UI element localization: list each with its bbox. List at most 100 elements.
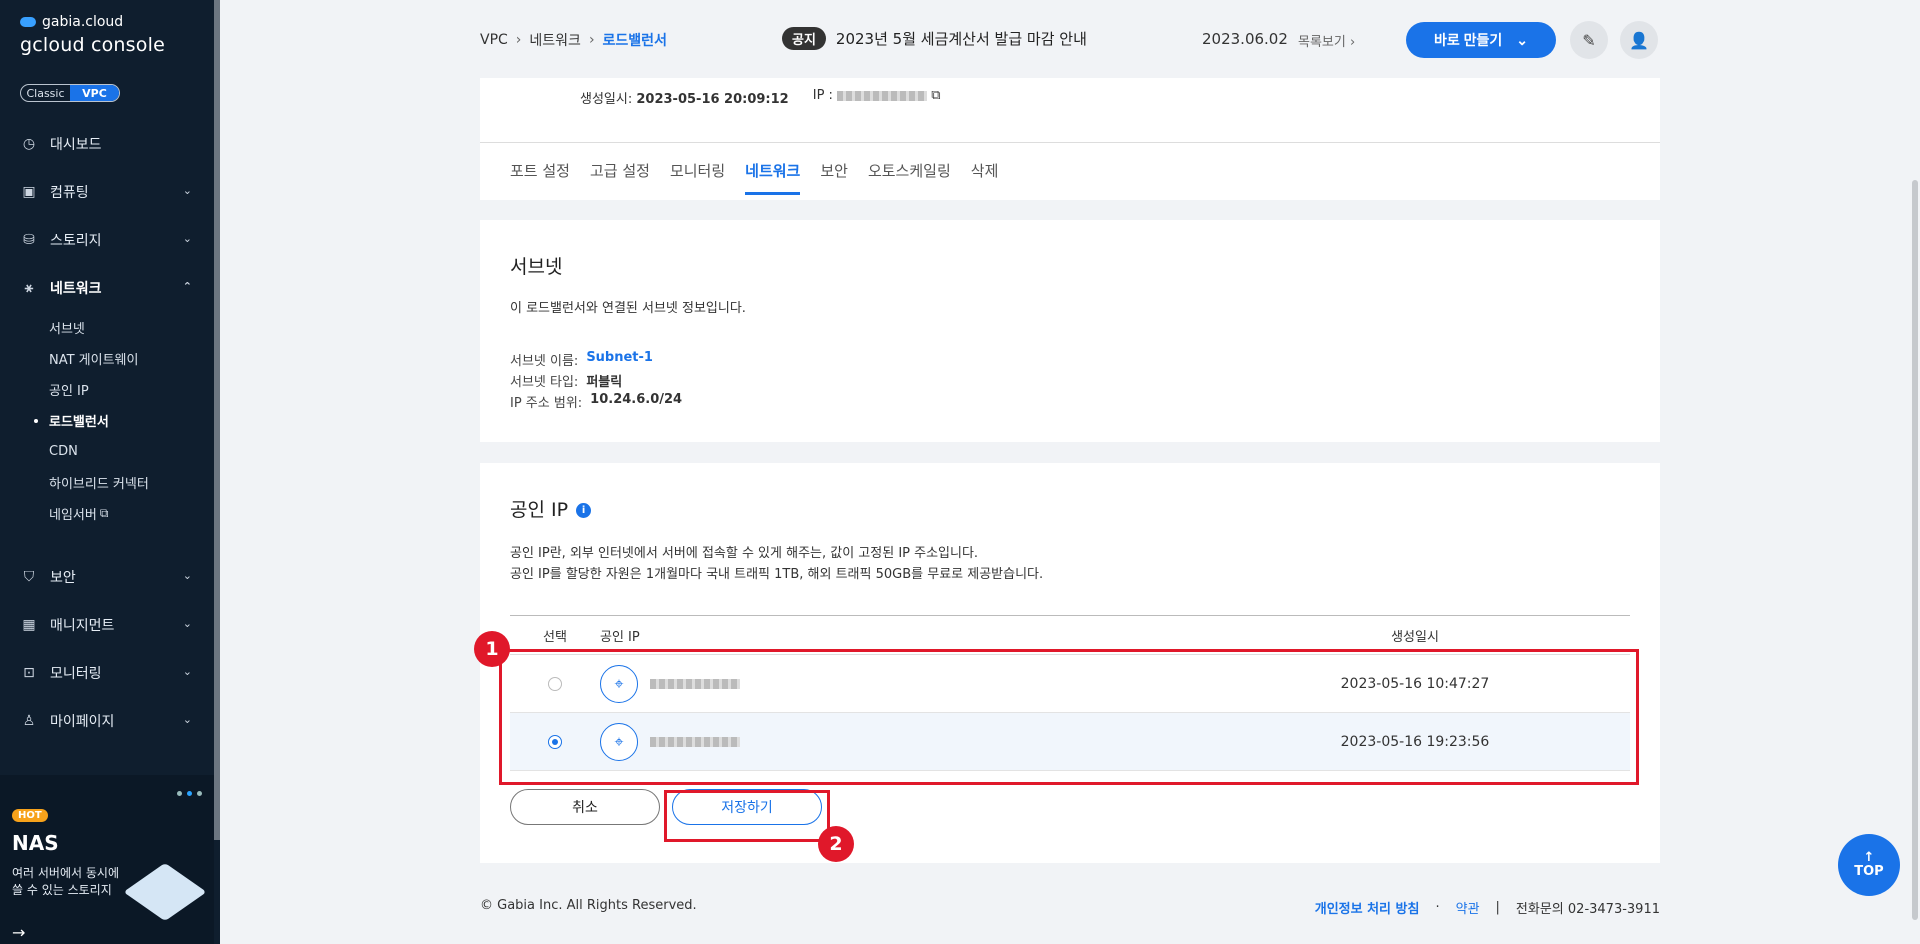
masked-ip <box>837 90 928 101</box>
chat-button[interactable]: ✎ <box>1570 21 1608 59</box>
carousel-dots[interactable] <box>177 791 202 796</box>
sidebar-item-storage[interactable]: ⛁ 스토리지 ⌄ <box>0 216 214 264</box>
sidebar-item-network[interactable]: ⚹ 네트워크 ⌃ <box>0 264 214 312</box>
notice-list-link[interactable]: 목록보기 › <box>1298 31 1355 50</box>
tab-advanced-settings[interactable]: 고급 설정 <box>590 160 650 195</box>
chevron-down-icon: ⌄ <box>182 184 192 197</box>
terms-link[interactable]: 약관 <box>1456 898 1480 917</box>
subnet-desc: 이 로드밸런서와 연결된 서브넷 정보입니다. <box>510 301 746 316</box>
table-header: 선택 공인 IP 생성일시 <box>510 615 1630 655</box>
chevron-down-icon: ⌄ <box>1516 31 1529 48</box>
chevron-down-icon: ⌄ <box>182 713 192 726</box>
public-ip-title: 공인 IP <box>510 499 569 521</box>
cpu-icon: ▣ <box>22 184 36 200</box>
sidebar-item-monitoring[interactable]: ⊡ 모니터링 ⌄ <box>0 649 214 697</box>
detail-card: 생성일시: 2023-05-16 20:09:12 IP : ⧉ 포트 설정 고… <box>480 78 1660 200</box>
sidebar-item-mypage[interactable]: ♙ 마이페이지 ⌄ <box>0 697 214 745</box>
detail-meta: 생성일시: 2023-05-16 20:09:12 IP : ⧉ <box>580 88 941 107</box>
tab-delete[interactable]: 삭제 <box>971 160 999 195</box>
carousel-dot[interactable] <box>187 791 192 796</box>
notice-text[interactable]: 2023년 5월 세금계산서 발급 마감 안내 <box>836 28 1087 49</box>
footer: © Gabia Inc. All Rights Reserved. 개인정보 처… <box>480 898 1660 917</box>
sidebar-item-dashboard[interactable]: ◷ 대시보드 <box>0 120 214 168</box>
cancel-button[interactable]: 취소 <box>510 789 660 825</box>
sidebar: gabia.cloud gcloud console Classic VPC ◷… <box>0 0 220 944</box>
table-row[interactable]: ⌖ 2023-05-16 10:47:27 <box>510 655 1630 713</box>
location-pin-icon: ⌖ <box>600 722 638 761</box>
chevron-down-icon: ⌄ <box>182 232 192 245</box>
public-ip-desc-1: 공인 IP란, 외부 인터넷에서 서버에 접속할 수 있게 해주는, 값이 고정… <box>510 546 979 561</box>
sidebar-item-security[interactable]: ⛉ 보안 ⌄ <box>0 553 214 601</box>
arrow-up-icon: ↑ <box>1863 850 1875 865</box>
breadcrumb-load-balancer[interactable]: 로드밸런서 <box>603 30 667 50</box>
ip-radio-1[interactable] <box>548 676 562 691</box>
cloud-icon <box>20 17 36 27</box>
sidebar-item-load-balancer[interactable]: 로드밸런서 <box>34 405 214 436</box>
breadcrumb-network[interactable]: 네트워크 <box>529 30 581 50</box>
sidebar-item-public-ip[interactable]: 공인 IP <box>49 374 214 405</box>
save-button[interactable]: 저장하기 <box>672 789 822 825</box>
subnet-card: 서브넷 이 로드밸런서와 연결된 서브넷 정보입니다. 서브넷 이름: Subne… <box>480 220 1660 442</box>
sidebar-menu: ◷ 대시보드 ▣ 컴퓨팅 ⌄ ⛁ 스토리지 ⌄ ⚹ 네트워크 ⌃ 서브넷 NAT… <box>0 120 214 745</box>
arrow-right-icon[interactable]: → <box>12 923 25 942</box>
tab-security[interactable]: 보안 <box>820 160 848 195</box>
toggle-vpc[interactable]: VPC <box>70 85 119 101</box>
chevron-down-icon: ⌄ <box>182 617 192 630</box>
sidebar-item-hybrid-connector[interactable]: 하이브리드 커넥터 <box>49 467 214 498</box>
profile-button[interactable]: 👤 <box>1620 21 1658 59</box>
tab-autoscaling[interactable]: 오토스케일링 <box>868 160 951 195</box>
masked-ip <box>650 736 740 747</box>
info-icon[interactable]: i <box>576 503 592 518</box>
user-icon: ♙ <box>22 713 36 729</box>
storage-icon: ⛁ <box>23 232 35 248</box>
privacy-link[interactable]: 개인정보 처리 방침 <box>1315 898 1420 917</box>
detail-tabs: 포트 설정 고급 설정 모니터링 네트워크 보안 오토스케일링 삭제 <box>510 160 998 195</box>
sidebar-item-computing[interactable]: ▣ 컴퓨팅 ⌄ <box>0 168 214 216</box>
copy-icon[interactable]: ⧉ <box>931 88 940 103</box>
promo-title: NAS <box>12 831 59 855</box>
tab-monitoring[interactable]: 모니터링 <box>670 160 725 195</box>
table-row[interactable]: ⌖ 2023-05-16 19:23:56 <box>510 713 1630 771</box>
chevron-right-icon: › <box>588 32 595 48</box>
top-header: VPC › 네트워크 › 로드밸런서 공지 2023년 5월 세금계산서 발급 … <box>220 0 1920 78</box>
subnet-type: 퍼블릭 <box>586 375 623 390</box>
created-value: 2023-05-16 20:09:12 <box>636 92 789 107</box>
sidebar-scrollbar[interactable] <box>214 0 220 840</box>
breadcrumb-vpc[interactable]: VPC <box>480 32 508 48</box>
carousel-dot[interactable] <box>197 791 202 796</box>
subnet-range: 10.24.6.0/24 <box>590 392 683 407</box>
network-submenu: 서브넷 NAT 게이트웨이 공인 IP 로드밸런서 CDN 하이브리드 커넥터 … <box>0 312 214 529</box>
tab-network[interactable]: 네트워크 <box>745 160 801 195</box>
tab-port-settings[interactable]: 포트 설정 <box>510 160 570 195</box>
classic-vpc-toggle[interactable]: Classic VPC <box>20 84 120 102</box>
carousel-dot[interactable] <box>177 791 182 796</box>
chevron-up-icon: ⌃ <box>182 280 192 293</box>
logo[interactable]: gabia.cloud gcloud console <box>20 14 165 56</box>
sidebar-item-nameserver[interactable]: 네임서버 ⧉ <box>49 498 214 529</box>
chevron-right-icon: › <box>515 32 522 48</box>
promo-banner[interactable]: HOT NAS 여러 서버에서 동시에 쓸 수 있는 스토리지 → <box>0 775 214 944</box>
user-icon: 👤 <box>1629 30 1649 50</box>
sidebar-item-cdn[interactable]: CDN <box>49 436 214 467</box>
promo-desc: 여러 서버에서 동시에 쓸 수 있는 스토리지 <box>12 866 119 897</box>
public-ip-table: 선택 공인 IP 생성일시 ⌖ 2023-05-16 10:47:27 ⌖ 20… <box>510 615 1630 771</box>
public-ip-card: 공인 IP i 공인 IP란, 외부 인터넷에서 서버에 접속할 수 있게 해주는… <box>480 463 1660 863</box>
hot-badge: HOT <box>12 809 48 822</box>
masked-ip <box>650 678 740 689</box>
subnet-name-link[interactable]: Subnet-1 <box>586 350 653 369</box>
page-scrollbar[interactable] <box>1912 180 1918 920</box>
chevron-down-icon: ⌄ <box>182 665 192 678</box>
notice[interactable]: 공지 2023년 5월 세금계산서 발급 마감 안내 <box>782 27 1087 50</box>
scroll-top-button[interactable]: ↑ TOP <box>1838 834 1900 896</box>
ip-radio-2[interactable] <box>548 734 562 749</box>
row-date: 2023-05-16 10:47:27 <box>1340 675 1490 692</box>
monitor-icon: ⊡ <box>23 665 35 681</box>
annotation-badge-2: 2 <box>818 826 854 862</box>
sidebar-item-subnet[interactable]: 서브넷 <box>49 312 214 343</box>
sidebar-item-nat-gateway[interactable]: NAT 게이트웨이 <box>49 343 214 374</box>
sidebar-item-management[interactable]: ▦ 매니지먼트 ⌄ <box>0 601 214 649</box>
quick-create-button[interactable]: 바로 만들기 ⌄ <box>1406 22 1556 58</box>
contact-number: 02-3473-3911 <box>1567 902 1660 917</box>
toggle-classic[interactable]: Classic <box>21 85 70 101</box>
row-date: 2023-05-16 19:23:56 <box>1340 733 1490 750</box>
